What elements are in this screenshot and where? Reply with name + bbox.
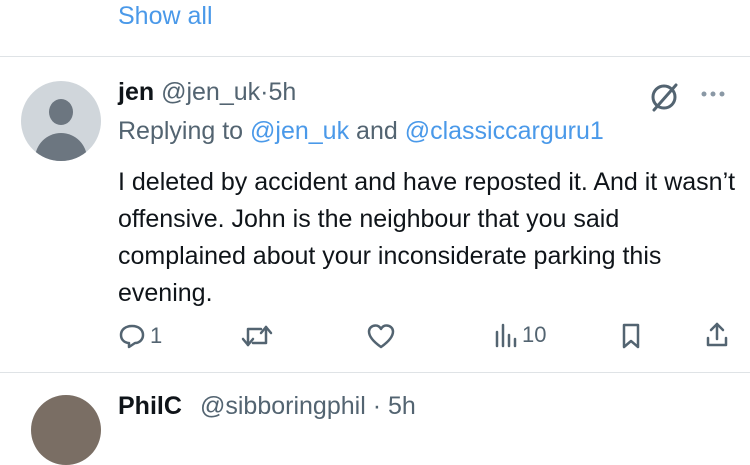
mention-link[interactable]: @jen_uk (250, 117, 349, 145)
user-handle[interactable]: @jen_uk (161, 78, 260, 106)
share-icon (706, 322, 728, 347)
reply-icon (119, 324, 145, 349)
show-all-link[interactable]: Show all (118, 2, 213, 31)
mention-link[interactable]: @classiccarguru1 (405, 117, 604, 145)
tweet-text: I deleted by accident and have reposted … (118, 168, 736, 307)
replying-to-line: Replying to @jen_uk and @classiccarguru1 (118, 117, 604, 146)
view-count: 10 (522, 322, 547, 347)
divider (0, 56, 750, 57)
more-icon[interactable] (698, 84, 728, 104)
bookmark-button[interactable] (620, 322, 642, 350)
user-handle[interactable]: @sibboringphil · 5h (200, 392, 416, 421)
reply-count: 1 (150, 323, 163, 348)
replying-to-label: Replying to (118, 117, 251, 145)
reply-button[interactable]: 1 (118, 322, 162, 350)
divider (0, 372, 750, 373)
display-name[interactable]: jen (118, 78, 154, 106)
views-button[interactable]: 10 (494, 321, 546, 349)
avatar[interactable] (31, 395, 101, 465)
heart-icon (367, 324, 395, 349)
display-name[interactable]: PhilC (118, 392, 182, 421)
slashed-circle-icon[interactable] (648, 80, 682, 114)
views-icon (495, 323, 517, 348)
bookmark-icon (622, 323, 640, 349)
like-button[interactable] (367, 323, 395, 349)
share-button[interactable] (705, 321, 729, 349)
retweet-icon (241, 325, 273, 347)
avatar[interactable] (21, 81, 101, 161)
replying-and: and (349, 117, 405, 145)
retweet-button[interactable] (241, 321, 273, 351)
timestamp[interactable]: 5h (268, 78, 296, 106)
tweet-header: jen @jen_uk·5h (118, 78, 296, 107)
